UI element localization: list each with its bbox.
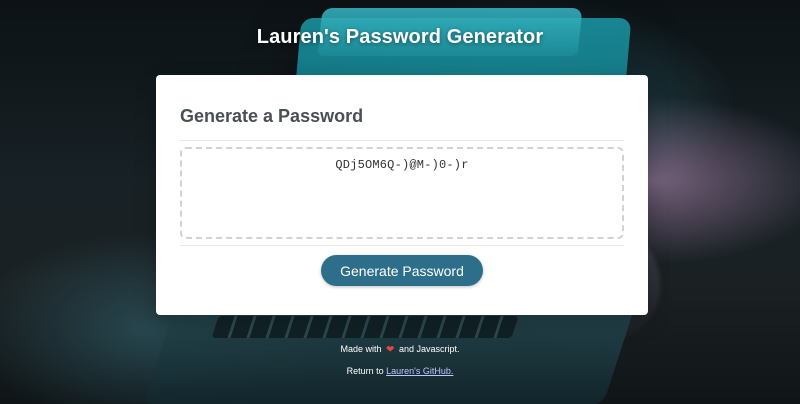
password-output-box[interactable]: QDj5OM6Q-)@M-)0-)r	[180, 147, 624, 239]
return-prefix: Return to	[346, 366, 384, 376]
return-text: Return to Lauren's GitHub.	[0, 366, 800, 376]
page-title: Lauren's Password Generator	[256, 26, 544, 48]
background-keyboard-keys	[211, 316, 519, 338]
password-card: Generate a Password QDj5OM6Q-)@M-)0-)r G…	[156, 75, 648, 315]
password-output: QDj5OM6Q-)@M-)0-)r	[335, 158, 469, 172]
card-title: Generate a Password	[180, 106, 364, 126]
github-link[interactable]: Lauren's GitHub.	[386, 366, 453, 376]
generate-password-button[interactable]: Generate Password	[321, 255, 483, 286]
made-with-text: Made with ❤ and Javascript.	[0, 344, 800, 356]
card-divider-bottom	[180, 245, 624, 246]
heart-icon: ❤	[386, 344, 395, 356]
made-with-suffix: and Javascript.	[398, 344, 460, 354]
made-with-prefix: Made with	[340, 344, 382, 354]
card-divider-top	[180, 140, 624, 141]
